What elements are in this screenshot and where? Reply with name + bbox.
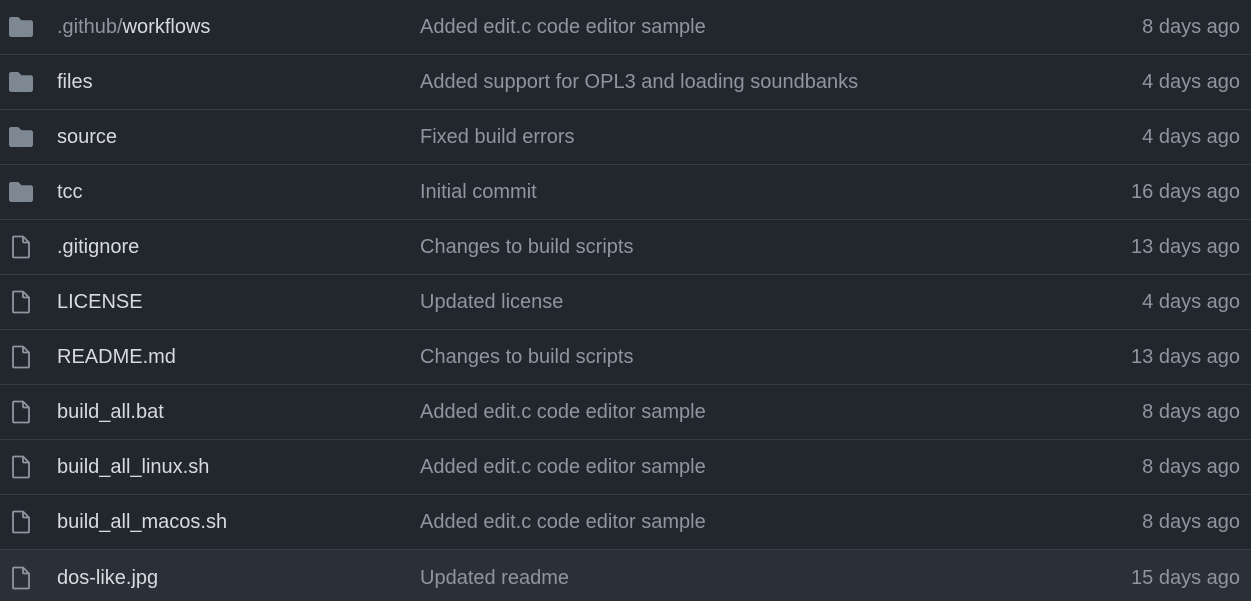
item-name: README.md: [57, 345, 176, 368]
file-name-link[interactable]: build_all_macos.sh: [57, 511, 227, 534]
folder-name-link[interactable]: tcc: [57, 181, 83, 204]
commit-message-link[interactable]: Changes to build scripts: [420, 346, 633, 369]
commit-message-link[interactable]: Added edit.c code editor sample: [420, 401, 706, 424]
commit-message-link[interactable]: Added edit.c code editor sample: [420, 16, 706, 39]
item-name: dos-like.jpg: [57, 566, 159, 589]
commit-message-link[interactable]: Updated readme: [420, 567, 569, 590]
folder-icon: [8, 15, 34, 39]
commit-age: 4 days ago: [1142, 70, 1240, 93]
commit-age: 13 days ago: [1131, 235, 1240, 258]
folder-row[interactable]: source Fixed build errors 4 days ago: [0, 110, 1251, 165]
item-name: LICENSE: [57, 290, 143, 313]
folder-icon: [8, 180, 34, 204]
commit-message-link[interactable]: Initial commit: [420, 181, 537, 204]
folder-name-link[interactable]: source: [57, 126, 117, 149]
item-name: .gitignore: [57, 235, 140, 258]
file-name-link[interactable]: build_all_linux.sh: [57, 456, 209, 479]
file-icon: [8, 455, 34, 479]
file-name-link[interactable]: dos-like.jpg: [57, 567, 158, 590]
file-name-link[interactable]: .gitignore: [57, 236, 139, 259]
commit-age: 4 days ago: [1142, 125, 1240, 148]
item-name: files: [57, 70, 93, 93]
file-row[interactable]: build_all_macos.sh Added edit.c code edit…: [0, 495, 1251, 550]
folder-row[interactable]: .github/workflows Added edit.c code edito…: [0, 0, 1251, 55]
commit-message-link[interactable]: Added support for OPL3 and loading sound…: [420, 71, 858, 94]
file-name-link[interactable]: README.md: [57, 346, 176, 369]
file-row[interactable]: dos-like.jpg Updated readme 15 days ago: [0, 550, 1251, 601]
path-prefix: .github/: [57, 15, 123, 38]
commit-age: 8 days ago: [1142, 455, 1240, 478]
item-name: build_all_linux.sh: [57, 455, 210, 478]
item-name: workflows: [122, 15, 211, 38]
folder-icon: [8, 70, 34, 94]
file-icon: [8, 290, 34, 314]
file-list: .github/workflows Added edit.c code edito…: [0, 0, 1251, 601]
commit-age: 8 days ago: [1142, 15, 1240, 38]
folder-row[interactable]: files Added support for OPL3 and loading …: [0, 55, 1251, 110]
file-row[interactable]: README.md Changes to build scripts 13 days…: [0, 330, 1251, 385]
folder-icon: [8, 125, 34, 149]
commit-age: 13 days ago: [1131, 345, 1240, 368]
folder-name-link[interactable]: .github/workflows: [57, 16, 210, 39]
file-icon: [8, 400, 34, 424]
file-name-link[interactable]: LICENSE: [57, 291, 143, 314]
file-name-link[interactable]: build_all.bat: [57, 401, 164, 424]
file-icon: [8, 566, 34, 590]
file-row[interactable]: build_all_linux.sh Added edit.c code edit…: [0, 440, 1251, 495]
file-row[interactable]: build_all.bat Added edit.c code editor sa…: [0, 385, 1251, 440]
commit-age: 4 days ago: [1142, 290, 1240, 313]
commit-message-link[interactable]: Fixed build errors: [420, 126, 575, 149]
folder-row[interactable]: tcc Initial commit 16 days ago: [0, 165, 1251, 220]
item-name: build_all_macos.sh: [57, 510, 228, 533]
folder-name-link[interactable]: files: [57, 71, 93, 94]
commit-age: 8 days ago: [1142, 510, 1240, 533]
item-name: source: [57, 125, 118, 148]
file-row[interactable]: LICENSE Updated license 4 days ago: [0, 275, 1251, 330]
commit-message-link[interactable]: Updated license: [420, 291, 563, 314]
commit-age: 8 days ago: [1142, 400, 1240, 423]
file-row[interactable]: .gitignore Changes to build scripts 13 day…: [0, 220, 1251, 275]
commit-message-link[interactable]: Added edit.c code editor sample: [420, 456, 706, 479]
item-name: tcc: [57, 180, 83, 203]
commit-message-link[interactable]: Added edit.c code editor sample: [420, 511, 706, 534]
file-icon: [8, 345, 34, 369]
file-icon: [8, 235, 34, 259]
commit-age: 16 days ago: [1131, 180, 1240, 203]
commit-message-link[interactable]: Changes to build scripts: [420, 236, 633, 259]
file-icon: [8, 510, 34, 534]
commit-age: 15 days ago: [1131, 566, 1240, 589]
item-name: build_all.bat: [57, 400, 164, 423]
